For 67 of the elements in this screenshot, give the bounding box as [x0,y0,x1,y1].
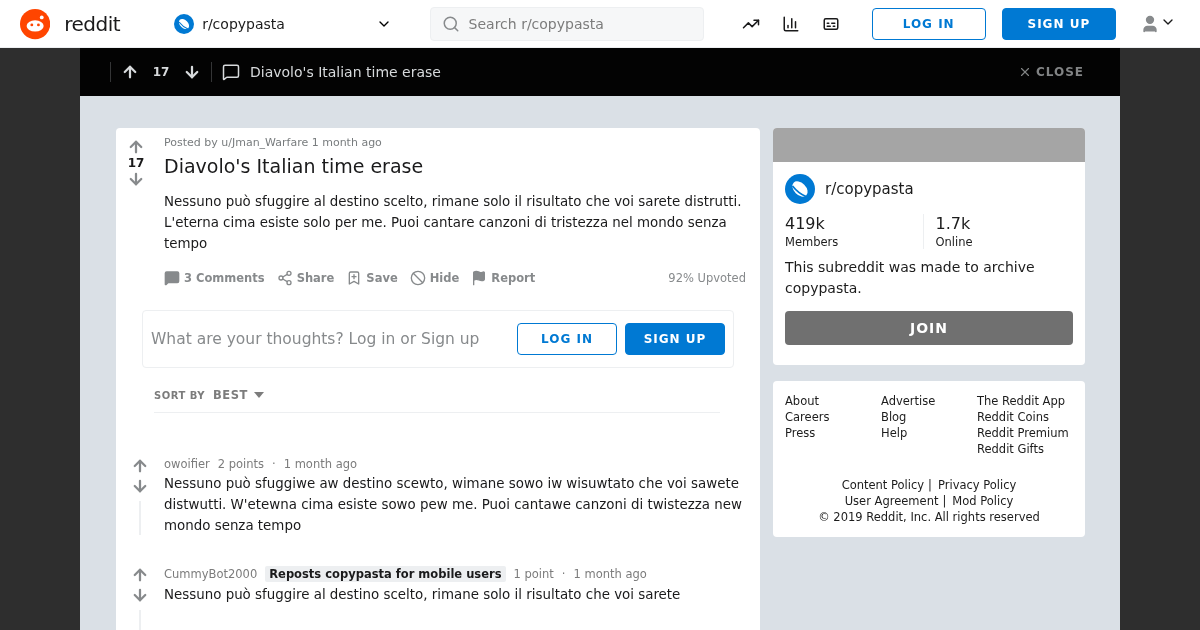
post-byline: Posted by u/Jman_Warfare 1 month ago [164,136,383,149]
upvote-ratio: 92% Upvoted [668,271,746,285]
flag-icon [471,270,488,286]
sign-up-button[interactable]: SIGN UP [625,323,725,355]
stat-label: Online [935,235,974,249]
separator-dot: · [561,567,566,581]
comment-time: 1 month ago [573,567,647,581]
log-in-button[interactable]: LOG IN [871,7,986,40]
post-body: Nessuno può sfuggire al destino scelto, rimane solo il risultato che voi sarete distrutti. L'eterna cima esiste solo per me. Puoi cantare canzoni di tristezza nel mondo senza tempo [164,193,743,253]
footer-link[interactable]: Reddit Coins [977,409,1073,425]
footer-link[interactable]: User Agreement [844,493,939,509]
stat-value: 1.7k [935,214,972,233]
comment-points: 2 points [217,457,265,471]
comment-author[interactable]: CummyBot2000 [164,567,258,581]
footer-link[interactable]: Privacy Policy [938,477,1017,493]
comment-icon [222,63,240,81]
footer-link[interactable]: Mod Policy [952,493,1014,509]
upvote-icon[interactable] [121,63,139,81]
comment-prompt-text: What are your thoughts? Log in or Sign up [151,330,481,348]
footer-link[interactable]: About [785,393,881,409]
community-icon [174,13,195,34]
footer-link[interactable]: The Reddit App [977,393,1073,409]
sort-label: SORT BY [154,389,206,401]
comment-author[interactable]: owoifier [164,457,210,471]
hide-icon [409,270,426,286]
footer-link[interactable]: Advertise [881,393,977,409]
brand-name[interactable]: reddit [64,11,121,36]
caret-icon [253,392,264,398]
downvote-icon[interactable] [183,63,201,81]
sign-up-button[interactable]: SIGN UP [1001,7,1116,40]
sort-dropdown[interactable]: BEST [213,388,264,402]
comment-icon [164,270,180,286]
share-icon [276,270,293,286]
user-flair: Reposts copypasta for mobile users [265,566,506,582]
search-icon [441,14,460,33]
copyright-text: © 2019 Reddit, Inc. All rights reserved [818,509,1040,525]
vote-score: 17 [127,156,145,170]
stat-value: 419k [785,214,826,233]
footer-link[interactable]: Reddit Premium [977,425,1073,441]
footer-link[interactable]: Reddit Gifts [977,441,1073,457]
community-name[interactable]: r/copypasta [825,180,914,198]
comments-button[interactable]: 3 Comments [164,270,265,286]
log-in-button[interactable]: LOG IN [517,323,617,355]
stat-label: Members [785,235,840,249]
vote-score: 17 [151,65,171,79]
community-description: This subreddit was made to archive copypasta. [785,258,1036,298]
comment-points: 1 point [513,567,554,581]
close-button[interactable]: CLOSE [1011,64,1090,80]
search-field[interactable]: Search r/copypasta [429,6,704,41]
join-button[interactable]: JOIN [785,311,1073,345]
post-title: Diavolo's Italian time erase [250,64,442,80]
community-icon [785,174,815,204]
comment-text: Nessuno può sfuggiwe aw destino scewto, wimane sowo iw wisuwtato che voi sawete distwutti. W'etewna cima esiste sowo pew me. Puoi cantawe canzoni di twistezza new mondo senza tempo [164,475,743,535]
footer-link[interactable]: Press [785,425,881,441]
reddit-logo-icon[interactable] [20,7,51,40]
footer-link[interactable]: Careers [785,409,881,425]
footer-link[interactable]: Content Policy [841,477,925,493]
link-separator: | [942,493,947,509]
comment-prompt[interactable]: What are your thoughts? Log in or Sign up LOG IN SIGN UP [142,310,734,368]
footer-link[interactable]: Blog [881,409,977,425]
post-title: Diavolo's Italian time erase [164,155,425,177]
comment-time: 1 month ago [283,457,358,471]
footer-link[interactable]: Help [881,425,977,441]
community-name[interactable]: r/copypasta [202,15,368,32]
link-separator: | [928,477,932,493]
separator-dot: · [272,457,276,471]
comment-text: Nessuno può sfuggire al destino scelto, rimane solo il risultato che voi sarete [164,586,682,604]
